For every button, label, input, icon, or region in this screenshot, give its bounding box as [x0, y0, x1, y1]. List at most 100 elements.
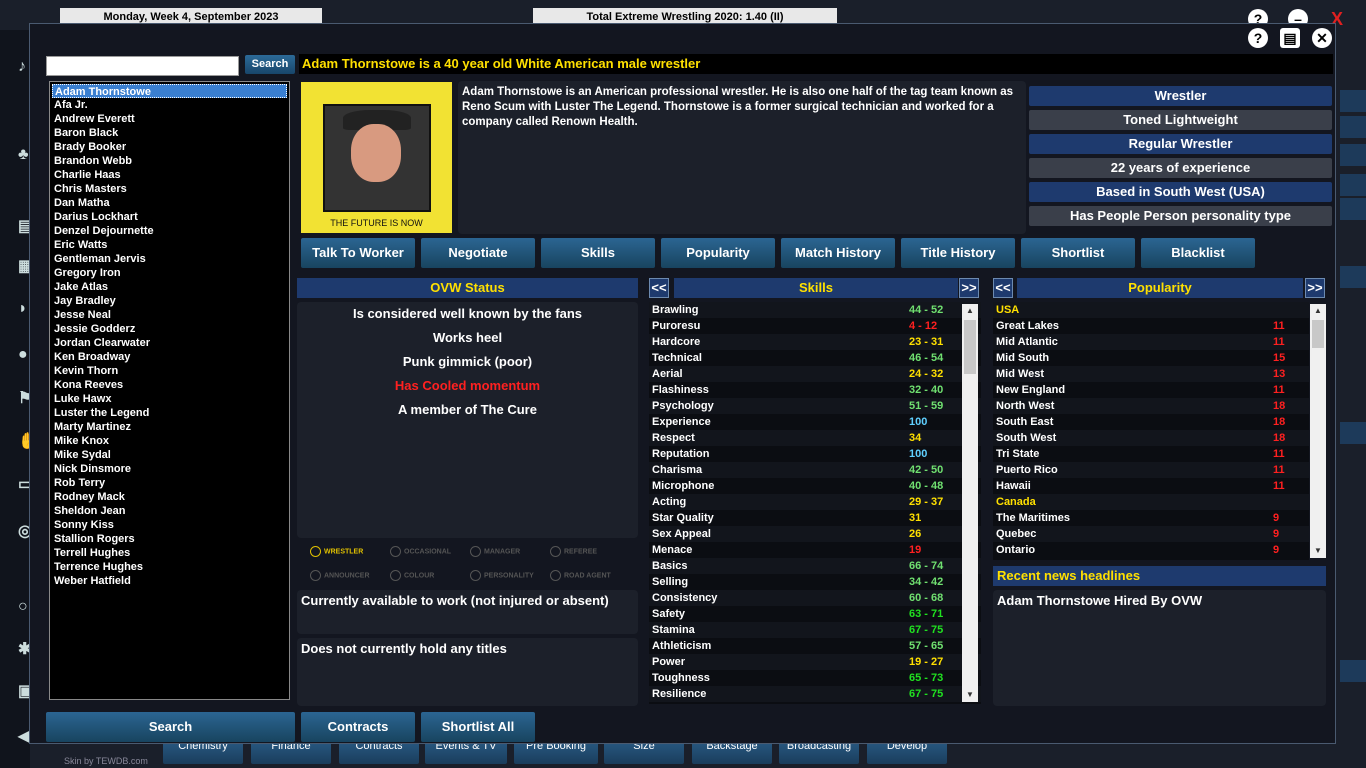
- popularity-row: Hawaii 11: [993, 478, 1309, 494]
- talk-to-worker-button[interactable]: Talk To Worker: [301, 238, 415, 268]
- news-item[interactable]: Adam Thornstowe Hired By OVW: [997, 593, 1322, 608]
- list-item[interactable]: Kona Reeves: [52, 378, 287, 392]
- region-name: Tri State: [996, 448, 1040, 460]
- popularity-next-button[interactable]: >>: [1305, 278, 1325, 298]
- list-item[interactable]: Luke Hawx: [52, 392, 287, 406]
- worker-headline: Adam Thornstowe is a 40 year old White A…: [299, 54, 1333, 74]
- skills-prev-button[interactable]: <<: [649, 278, 669, 298]
- scroll-down-icon[interactable]: ▼: [1310, 544, 1326, 558]
- status-panel: Is considered well known by the fans Work…: [297, 302, 638, 538]
- list-item[interactable]: Dan Matha: [52, 196, 287, 210]
- attr-experience: 22 years of experience: [1029, 158, 1332, 178]
- skill-row: Aerial 24 - 32: [649, 366, 981, 382]
- list-item[interactable]: Baron Black: [52, 126, 287, 140]
- skill-row: Sex Appeal 26: [649, 526, 981, 542]
- list-item[interactable]: Mike Sydal: [52, 448, 287, 462]
- list-item[interactable]: Ken Broadway: [52, 350, 287, 364]
- list-item[interactable]: Rob Terry: [52, 476, 287, 490]
- list-item[interactable]: Jake Atlas: [52, 280, 287, 294]
- skill-row: Acting 29 - 37: [649, 494, 981, 510]
- skill-name: Menace: [652, 544, 693, 556]
- search-input[interactable]: [46, 56, 239, 76]
- match-history-button[interactable]: Match History: [781, 238, 895, 268]
- list-item[interactable]: Charlie Haas: [52, 168, 287, 182]
- skill-value: 51 - 59: [909, 400, 944, 412]
- shortlist-button[interactable]: Shortlist: [1021, 238, 1135, 268]
- skill-row: Technical 46 - 54: [649, 350, 981, 366]
- list-item[interactable]: Weber Hatfield: [52, 574, 287, 588]
- skill-value: 63 - 71: [909, 608, 944, 620]
- role-occasional: OCCASIONAL: [390, 546, 451, 557]
- list-item[interactable]: Gregory Iron: [52, 266, 287, 280]
- list-item[interactable]: Sonny Kiss: [52, 518, 287, 532]
- save-icon[interactable]: ▤: [1280, 28, 1300, 48]
- blacklist-button[interactable]: Blacklist: [1141, 238, 1255, 268]
- skill-name: Reputation: [652, 448, 710, 460]
- list-item[interactable]: Stallion Rogers: [52, 532, 287, 546]
- skill-value: 57 - 65: [909, 640, 944, 652]
- list-item[interactable]: Andrew Everett: [52, 112, 287, 126]
- scroll-thumb[interactable]: [964, 320, 976, 374]
- skill-name: Hardcore: [652, 336, 701, 348]
- skill-name: Psychology: [652, 400, 714, 412]
- list-item[interactable]: Sheldon Jean: [52, 504, 287, 518]
- worker-profile-dialog: ? ▤ ✕ Search Adam Thornstowe Afa Jr. Andre…: [29, 23, 1336, 744]
- search-button[interactable]: Search: [245, 55, 295, 74]
- title-history-button[interactable]: Title History: [901, 238, 1015, 268]
- list-item[interactable]: Darius Lockhart: [52, 210, 287, 224]
- skill-value: 100: [909, 416, 928, 428]
- list-item[interactable]: Chris Masters: [52, 182, 287, 196]
- region-value: 11: [1273, 448, 1285, 460]
- status-line: Works heel: [432, 330, 503, 345]
- skills-scrollbar[interactable]: ▲ ▼: [962, 304, 978, 702]
- popularity-button[interactable]: Popularity: [661, 238, 775, 268]
- scroll-up-icon[interactable]: ▲: [1310, 304, 1326, 318]
- skill-name: Respect: [652, 432, 695, 444]
- status-line: Has Cooled momentum: [394, 378, 541, 393]
- role-wrestler: WRESTLER: [310, 546, 363, 557]
- shortlist-all-button[interactable]: Shortlist All: [421, 712, 535, 742]
- scroll-thumb[interactable]: [1312, 320, 1324, 348]
- list-item[interactable]: Jordan Clearwater: [52, 336, 287, 350]
- list-item[interactable]: Brady Booker: [52, 140, 287, 154]
- popularity-prev-button[interactable]: <<: [993, 278, 1013, 298]
- skills-button[interactable]: Skills: [541, 238, 655, 268]
- list-item[interactable]: Kevin Thorn: [52, 364, 287, 378]
- list-item[interactable]: Marty Martinez: [52, 420, 287, 434]
- skill-name: Toughness: [652, 672, 710, 684]
- list-item[interactable]: Gentleman Jervis: [52, 252, 287, 266]
- list-item[interactable]: Jay Bradley: [52, 294, 287, 308]
- news-title: Recent news headlines: [993, 566, 1326, 586]
- worker-list[interactable]: Adam Thornstowe Afa Jr. Andrew Everett Baro…: [49, 81, 290, 700]
- help-icon[interactable]: ?: [1248, 28, 1268, 48]
- attr-wrestler-type: Regular Wrestler: [1029, 134, 1332, 154]
- list-item[interactable]: Afa Jr.: [52, 98, 287, 112]
- status-line: A member of The Cure: [398, 402, 537, 417]
- skills-next-button[interactable]: >>: [959, 278, 979, 298]
- negotiate-button[interactable]: Negotiate: [421, 238, 535, 268]
- list-item[interactable]: Luster the Legend: [52, 406, 287, 420]
- popularity-row: Ontario 9: [993, 542, 1309, 558]
- scroll-down-icon[interactable]: ▼: [962, 688, 978, 702]
- region-value: 18: [1273, 416, 1286, 428]
- list-item[interactable]: Eric Watts: [52, 238, 287, 252]
- list-item[interactable]: Terrell Hughes: [52, 546, 287, 560]
- skill-row: Basics 66 - 74: [649, 558, 981, 574]
- popularity-scrollbar[interactable]: ▲ ▼: [1310, 304, 1326, 558]
- close-icon[interactable]: ✕: [1312, 28, 1332, 48]
- list-item[interactable]: Mike Knox: [52, 434, 287, 448]
- list-item[interactable]: Adam Thornstowe: [52, 84, 287, 98]
- list-item[interactable]: Nick Dinsmore: [52, 462, 287, 476]
- skill-name: Experience: [652, 416, 711, 428]
- list-item[interactable]: Terrence Hughes: [52, 560, 287, 574]
- skill-value: 40 - 48: [909, 480, 944, 492]
- list-item[interactable]: Jesse Neal: [52, 308, 287, 322]
- skill-value: 19 - 27: [909, 656, 944, 668]
- list-item[interactable]: Rodney Mack: [52, 490, 287, 504]
- contracts-button[interactable]: Contracts: [301, 712, 415, 742]
- bottom-search-button[interactable]: Search: [46, 712, 295, 742]
- scroll-up-icon[interactable]: ▲: [962, 304, 978, 318]
- list-item[interactable]: Denzel Dejournette: [52, 224, 287, 238]
- list-item[interactable]: Brandon Webb: [52, 154, 287, 168]
- list-item[interactable]: Jessie Godderz: [52, 322, 287, 336]
